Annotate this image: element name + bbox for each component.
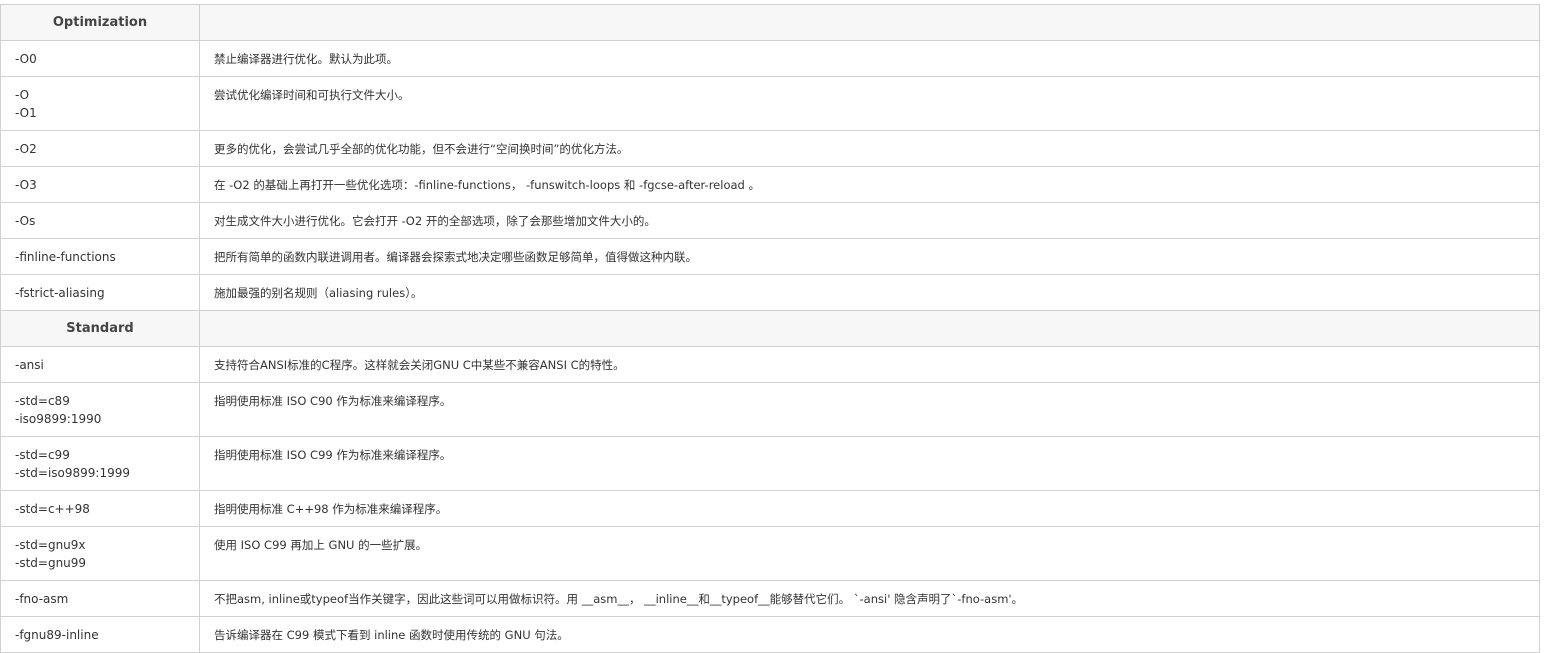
option-name: -std=c99: [15, 448, 70, 462]
options-table-container: Optimization -O0 禁止编译器进行优化。默认为此项。 -O -O1…: [0, 4, 1540, 653]
option-name: -O3: [15, 178, 37, 192]
description-cell: 支持符合ANSI标准的C程序。这样就会关闭GNU C中某些不兼容ANSI C的特…: [199, 346, 1540, 383]
description-cell: 尝试优化编译时间和可执行文件大小。: [199, 76, 1540, 131]
option-cell: -O2: [0, 130, 200, 167]
option-cell: -std=c89 -iso9899:1990: [0, 382, 200, 437]
description-cell: 使用 ISO C99 再加上 GNU 的一些扩展。: [199, 526, 1540, 581]
section-header-optimization: Optimization: [0, 4, 1540, 41]
description-cell: 在 -O2 的基础上再打开一些优化选项：-finline-functions， …: [199, 166, 1540, 203]
description-cell: 指明使用标准 ISO C90 作为标准来编译程序。: [199, 382, 1540, 437]
description-cell: 告诉编译器在 C99 模式下看到 inline 函数时使用传统的 GNU 句法。: [199, 616, 1540, 653]
table-row: -fgnu89-inline 告诉编译器在 C99 模式下看到 inline 函…: [0, 616, 1540, 653]
section-title: Standard: [0, 310, 200, 347]
description-cell: 指明使用标准 C++98 作为标准来编译程序。: [199, 490, 1540, 527]
option-name: -fno-asm: [15, 592, 69, 606]
table-row: -O0 禁止编译器进行优化。默认为此项。: [0, 40, 1540, 77]
option-name: -fstrict-aliasing: [15, 286, 105, 300]
option-cell: -Os: [0, 202, 200, 239]
description-cell: 不把asm, inline或typeof当作关键字，因此这些词可以用做标识符。用…: [199, 580, 1540, 617]
option-description: 禁止编译器进行优化。默认为此项。: [214, 52, 398, 66]
description-cell: 指明使用标准 ISO C99 作为标准来编译程序。: [199, 436, 1540, 491]
option-name: -O1: [15, 106, 37, 120]
option-cell: -O -O1: [0, 76, 200, 131]
option-cell: -ansi: [0, 346, 200, 383]
option-name: -O0: [15, 52, 37, 66]
option-name: -ansi: [15, 358, 44, 372]
option-name: -iso9899:1990: [15, 412, 102, 426]
table-row: -Os 对生成文件大小进行优化。它会打开 -O2 开的全部选项，除了会那些增加文…: [0, 202, 1540, 239]
option-name: -std=c89: [15, 394, 70, 408]
section-title: Optimization: [0, 4, 200, 41]
option-cell: -O3: [0, 166, 200, 203]
option-name: -Os: [15, 214, 36, 228]
option-description: 支持符合ANSI标准的C程序。这样就会关闭GNU C中某些不兼容ANSI C的特…: [214, 358, 625, 372]
table-row: -O2 更多的优化，会尝试几乎全部的优化功能，但不会进行“空间换时间”的优化方法…: [0, 130, 1540, 167]
option-name: -finline-functions: [15, 250, 116, 264]
compiler-options-table: Optimization -O0 禁止编译器进行优化。默认为此项。 -O -O1…: [0, 4, 1540, 653]
option-description: 在 -O2 的基础上再打开一些优化选项：-finline-functions， …: [214, 178, 760, 192]
option-description: 更多的优化，会尝试几乎全部的优化功能，但不会进行“空间换时间”的优化方法。: [214, 142, 629, 156]
description-cell: 禁止编译器进行优化。默认为此项。: [199, 40, 1540, 77]
table-row: -std=c++98 指明使用标准 C++98 作为标准来编译程序。: [0, 490, 1540, 527]
option-description: 指明使用标准 C++98 作为标准来编译程序。: [214, 502, 448, 516]
option-cell: -O0: [0, 40, 200, 77]
table-row: -std=c99 -std=iso9899:1999 指明使用标准 ISO C9…: [0, 436, 1540, 491]
option-name: -std=c++98: [15, 502, 90, 516]
option-description: 指明使用标准 ISO C99 作为标准来编译程序。: [214, 448, 452, 462]
description-cell: 更多的优化，会尝试几乎全部的优化功能，但不会进行“空间换时间”的优化方法。: [199, 130, 1540, 167]
option-name: -O: [15, 88, 30, 102]
option-cell: -fgnu89-inline: [0, 616, 200, 653]
table-row: -O3 在 -O2 的基础上再打开一些优化选项：-finline-functio…: [0, 166, 1540, 203]
option-description: 使用 ISO C99 再加上 GNU 的一些扩展。: [214, 538, 428, 552]
description-cell: 把所有简单的函数内联进调用者。编译器会探索式地决定哪些函数足够简单，值得做这种内…: [199, 238, 1540, 275]
table-row: -fstrict-aliasing 施加最强的别名规则（aliasing rul…: [0, 274, 1540, 311]
option-description: 把所有简单的函数内联进调用者。编译器会探索式地决定哪些函数足够简单，值得做这种内…: [214, 250, 697, 264]
option-name: -fgnu89-inline: [15, 628, 99, 642]
option-cell: -fno-asm: [0, 580, 200, 617]
section-title-empty-cell: [199, 310, 1540, 347]
table-row: -std=c89 -iso9899:1990 指明使用标准 ISO C90 作为…: [0, 382, 1540, 437]
option-cell: -std=gnu9x -std=gnu99: [0, 526, 200, 581]
option-description: 对生成文件大小进行优化。它会打开 -O2 开的全部选项，除了会那些增加文件大小的…: [214, 214, 656, 228]
table-row: -finline-functions 把所有简单的函数内联进调用者。编译器会探索…: [0, 238, 1540, 275]
description-cell: 对生成文件大小进行优化。它会打开 -O2 开的全部选项，除了会那些增加文件大小的…: [199, 202, 1540, 239]
option-cell: -finline-functions: [0, 238, 200, 275]
section-title-empty-cell: [199, 4, 1540, 41]
option-description: 尝试优化编译时间和可执行文件大小。: [214, 88, 410, 102]
option-description: 不把asm, inline或typeof当作关键字，因此这些词可以用做标识符。用…: [214, 592, 1024, 606]
option-name: -std=gnu9x: [15, 538, 86, 552]
option-cell: -std=c99 -std=iso9899:1999: [0, 436, 200, 491]
table-row: -ansi 支持符合ANSI标准的C程序。这样就会关闭GNU C中某些不兼容AN…: [0, 346, 1540, 383]
option-cell: -std=c++98: [0, 490, 200, 527]
table-row: -O -O1 尝试优化编译时间和可执行文件大小。: [0, 76, 1540, 131]
option-description: 指明使用标准 ISO C90 作为标准来编译程序。: [214, 394, 452, 408]
table-row: -std=gnu9x -std=gnu99 使用 ISO C99 再加上 GNU…: [0, 526, 1540, 581]
option-description: 施加最强的别名规则（aliasing rules）。: [214, 286, 423, 300]
table-row: -fno-asm 不把asm, inline或typeof当作关键字，因此这些词…: [0, 580, 1540, 617]
option-cell: -fstrict-aliasing: [0, 274, 200, 311]
description-cell: 施加最强的别名规则（aliasing rules）。: [199, 274, 1540, 311]
section-header-standard: Standard: [0, 310, 1540, 347]
option-name: -std=gnu99: [15, 556, 87, 570]
option-name: -std=iso9899:1999: [15, 466, 131, 480]
option-name: -O2: [15, 142, 37, 156]
